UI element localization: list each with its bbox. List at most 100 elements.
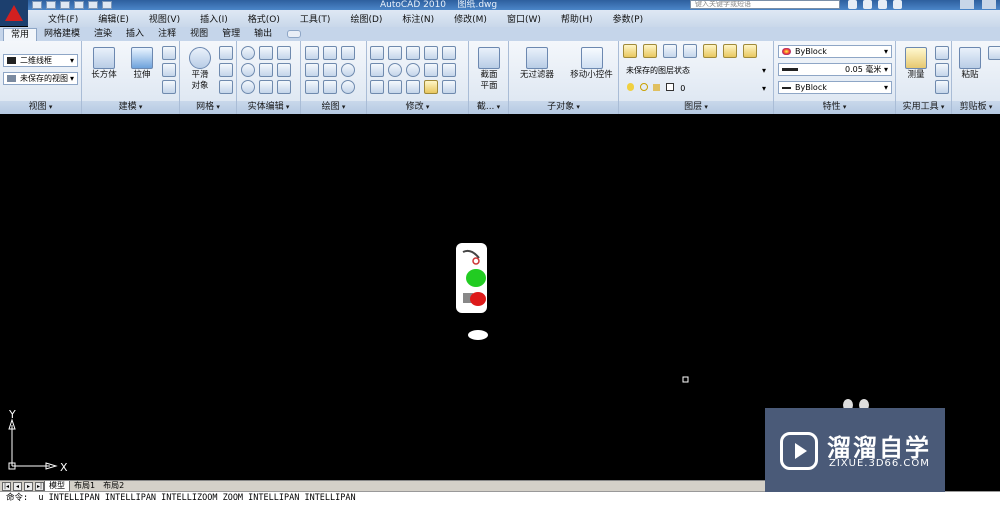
menu-edit[interactable]: 编辑(E)	[88, 12, 139, 25]
section-panel-title[interactable]: 截...	[469, 101, 508, 114]
tab-layout1[interactable]: 布局1	[70, 481, 99, 491]
mesh-panel-title[interactable]: 网格	[180, 101, 236, 114]
smooth-more-icon[interactable]	[219, 46, 233, 60]
command-line[interactable]: 命令: u INTELLIPAN INTELLIPAN INTELLIZOOM …	[0, 491, 1000, 505]
3d-rotate-icon[interactable]	[388, 63, 402, 77]
fillet-icon[interactable]	[370, 46, 384, 60]
layer-isolate-icon[interactable]	[663, 44, 677, 58]
offset-icon[interactable]	[406, 80, 420, 94]
refine-mesh-icon[interactable]	[219, 80, 233, 94]
menu-window[interactable]: 窗口(W)	[497, 12, 551, 25]
communication-center-icon[interactable]	[863, 0, 872, 9]
spline-icon[interactable]	[305, 63, 319, 77]
next-tab-button[interactable]: ▸	[24, 481, 33, 491]
tab-insert[interactable]: 插入	[119, 28, 151, 41]
polyline-icon[interactable]	[323, 46, 337, 60]
linetype-select[interactable]: ByBlock	[778, 81, 892, 94]
rotate-icon[interactable]	[406, 63, 420, 77]
layer-off-icon[interactable]	[703, 44, 717, 58]
menu-view[interactable]: 视图(V)	[139, 12, 190, 25]
ellipse-icon[interactable]	[341, 80, 355, 94]
union-icon[interactable]	[241, 46, 255, 60]
first-tab-button[interactable]: |◂	[2, 481, 11, 491]
no-filter-button[interactable]: 无过滤器	[512, 44, 562, 81]
paste-button[interactable]: 粘贴	[952, 44, 988, 81]
rectangle-icon[interactable]	[323, 80, 337, 94]
last-tab-button[interactable]: ▸|	[35, 481, 44, 491]
utilities-panel-title[interactable]: 实用工具	[896, 101, 951, 114]
menu-parameters[interactable]: 参数(P)	[603, 12, 653, 25]
polygon-icon[interactable]	[305, 80, 319, 94]
erase-icon[interactable]	[424, 80, 438, 94]
separate-icon[interactable]	[259, 63, 273, 77]
draw-panel-title[interactable]: 绘图	[301, 101, 366, 114]
3d-move-icon[interactable]	[388, 46, 402, 60]
help-icon[interactable]	[893, 0, 902, 9]
properties-panel-title[interactable]: 特性	[774, 101, 895, 114]
layer-freeze-icon[interactable]	[723, 44, 737, 58]
current-layer-select[interactable]: 0	[622, 82, 770, 95]
slice-icon[interactable]	[277, 63, 291, 77]
circle-icon[interactable]	[341, 63, 355, 77]
extract-edges-icon[interactable]	[259, 46, 273, 60]
align-icon[interactable]	[424, 63, 438, 77]
trim-icon[interactable]	[442, 46, 456, 60]
tab-render[interactable]: 渲染	[87, 28, 119, 41]
tab-mesh-modeling[interactable]: 网格建模	[37, 28, 87, 41]
extrude-faces-icon[interactable]	[277, 46, 291, 60]
visual-style-select[interactable]: 二维线框	[3, 54, 78, 67]
layer-lock-icon[interactable]	[743, 44, 757, 58]
3d-align-icon[interactable]	[388, 80, 402, 94]
menu-insert[interactable]: 插入(I)	[190, 12, 238, 25]
menu-dimension[interactable]: 标注(N)	[392, 12, 444, 25]
modify-panel-title[interactable]: 修改	[367, 101, 468, 114]
arc-icon[interactable]	[341, 46, 355, 60]
ribbon-minimize-button[interactable]	[287, 30, 302, 38]
saved-view-select[interactable]: 未保存的视图	[3, 72, 78, 85]
intersect-icon[interactable]	[241, 80, 255, 94]
3d-array-icon[interactable]	[370, 63, 384, 77]
solid-editing-panel-title[interactable]: 实体编辑	[237, 101, 300, 114]
construction-line-icon[interactable]	[323, 63, 337, 77]
sweep-icon[interactable]	[162, 80, 176, 94]
move-icon[interactable]	[406, 46, 420, 60]
line-icon[interactable]	[305, 46, 319, 60]
copy-icon[interactable]	[424, 46, 438, 60]
id-point-icon[interactable]	[935, 63, 949, 77]
subtract-icon[interactable]	[241, 63, 255, 77]
menu-help[interactable]: 帮助(H)	[551, 12, 603, 25]
menu-draw[interactable]: 绘图(D)	[340, 12, 392, 25]
prev-tab-button[interactable]: ◂	[13, 481, 22, 491]
redo-icon[interactable]	[88, 1, 98, 9]
polysolid-icon[interactable]	[162, 46, 176, 60]
subobject-panel-title[interactable]: 子对象	[509, 101, 618, 114]
menu-tools[interactable]: 工具(T)	[290, 12, 341, 25]
smooth-object-button[interactable]: 平滑 对象	[180, 44, 220, 92]
undo-icon[interactable]	[74, 1, 84, 9]
clipboard-panel-title[interactable]: 剪贴板	[952, 101, 1000, 114]
fillet-edges-icon[interactable]	[277, 80, 291, 94]
shell-icon[interactable]	[259, 80, 273, 94]
menu-modify[interactable]: 修改(M)	[444, 12, 497, 25]
color-select[interactable]: ByBlock	[778, 45, 892, 58]
cut-icon[interactable]	[988, 46, 1000, 60]
array-icon[interactable]	[370, 80, 384, 94]
app-menu-button[interactable]	[0, 0, 28, 26]
binoculars-icon[interactable]	[848, 0, 857, 9]
plot-icon[interactable]	[102, 1, 112, 9]
save-icon[interactable]	[60, 1, 70, 9]
calculator-icon[interactable]	[935, 80, 949, 94]
tab-view[interactable]: 视图	[183, 28, 215, 41]
extrude-button[interactable]: 拉伸	[122, 44, 162, 81]
new-icon[interactable]	[32, 1, 42, 9]
menu-format[interactable]: 格式(O)	[238, 12, 290, 25]
presspull-icon[interactable]	[162, 63, 176, 77]
view-panel-title[interactable]: 视图	[0, 101, 81, 114]
move-gizmo-button[interactable]: 移动小控件	[564, 44, 619, 81]
layers-panel-title[interactable]: 图层	[619, 101, 773, 114]
maximize-button[interactable]	[982, 0, 996, 9]
lineweight-select[interactable]: 0.05 毫米	[778, 63, 892, 76]
measure-button[interactable]: 测量	[896, 44, 936, 81]
layer-state-select[interactable]: 未保存的图层状态	[622, 64, 770, 77]
favorites-icon[interactable]	[878, 0, 887, 9]
